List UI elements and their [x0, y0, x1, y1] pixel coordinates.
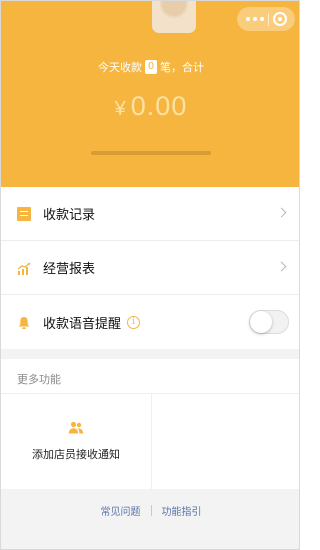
avatar-image — [160, 1, 188, 18]
total-amount: ¥0.00 — [1, 91, 299, 122]
payment-count-badge: 0 — [145, 60, 157, 74]
menu-list: 收款记录 经营报表 收款语音提醒 i — [1, 187, 299, 349]
menu-item-label: 经营报表 — [43, 262, 96, 277]
grid-divider — [151, 393, 152, 489]
amount-progress-bar — [91, 151, 211, 155]
chevron-right-icon — [276, 207, 287, 218]
staff-icon — [68, 420, 84, 434]
toggle-knob — [250, 311, 272, 333]
chevron-right-icon — [276, 261, 287, 272]
info-icon[interactable]: i — [127, 315, 141, 329]
guide-link[interactable]: 功能指引 — [162, 503, 202, 518]
menu-item-label: 收款记录 — [43, 208, 96, 223]
summary-header: 今天收款 0 笔，合计 ¥0.00 — [1, 1, 299, 187]
currency-symbol: ¥ — [114, 98, 127, 120]
menu-item-label: 收款语音提醒 — [43, 316, 122, 332]
section-divider — [1, 349, 299, 359]
footer-links: 常见问题 功能指引 — [1, 489, 299, 549]
document-icon — [17, 206, 31, 221]
close-target-icon[interactable] — [273, 12, 287, 26]
footer-divider — [150, 504, 152, 516]
amount-value: 0.00 — [130, 91, 188, 121]
function-label: 添加店员接收通知 — [32, 448, 120, 461]
today-prefix: 今天收款 — [98, 61, 142, 74]
capsule-divider — [268, 12, 269, 26]
add-staff-notification-button[interactable]: 添加店员接收通知 — [1, 393, 151, 489]
today-suffix: 笔，合计 — [160, 61, 204, 74]
menu-item-voice-reminder: 收款语音提醒 i — [1, 295, 299, 349]
more-dots-icon[interactable] — [246, 17, 264, 21]
bell-icon — [17, 315, 31, 330]
menu-item-business-report[interactable]: 经营报表 — [1, 241, 299, 295]
voice-reminder-toggle[interactable] — [249, 310, 289, 334]
today-summary: 今天收款 0 笔，合计 — [1, 59, 299, 75]
chart-icon — [17, 261, 31, 275]
faq-link[interactable]: 常见问题 — [101, 503, 141, 518]
phone-screen: 今天收款 0 笔，合计 ¥0.00 收款记录 经营报表 收款语音提醒 i 更多功… — [0, 0, 300, 550]
more-functions-title: 更多功能 — [17, 373, 61, 386]
menu-item-payment-records[interactable]: 收款记录 — [1, 187, 299, 241]
merchant-avatar — [152, 1, 196, 33]
miniprogram-capsule — [237, 7, 295, 31]
